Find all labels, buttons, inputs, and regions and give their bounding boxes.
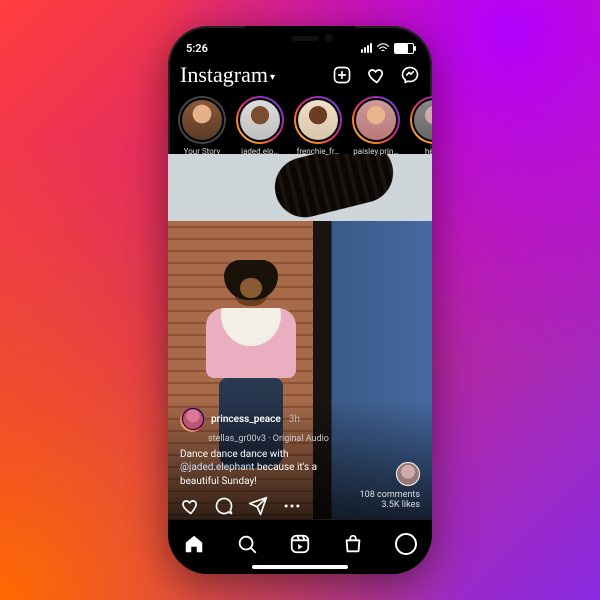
tab-reels[interactable] xyxy=(289,533,311,555)
messenger-button[interactable] xyxy=(400,65,420,85)
brand-text: Instagram xyxy=(180,62,268,88)
tab-profile[interactable] xyxy=(395,533,417,555)
liker-avatar xyxy=(396,462,420,486)
profile-icon xyxy=(395,533,417,555)
post-info-overlay: princess_peace 3h stellas_gr00v3 · Origi… xyxy=(168,399,432,527)
shop-icon xyxy=(342,533,364,555)
battery-icon xyxy=(394,43,414,54)
create-post-button[interactable] xyxy=(332,65,352,85)
app-header: Instagram ▾ xyxy=(168,60,432,92)
phone-frame: 5:26 Instagram ▾ xyxy=(168,26,432,574)
heart-icon xyxy=(366,65,386,85)
story-label: paisley.prin… xyxy=(353,147,398,156)
author-username[interactable]: princess_peace xyxy=(211,414,281,425)
status-time: 5:26 xyxy=(186,42,208,55)
search-icon xyxy=(236,533,258,555)
story-label: hea… xyxy=(425,147,432,156)
instagram-logo[interactable]: Instagram ▾ xyxy=(180,62,275,88)
stories-tray[interactable]: + Your Story jaded.elp… frenchie_fr… pai… xyxy=(168,90,432,160)
story-item[interactable]: hea… xyxy=(410,96,432,156)
caption-mention[interactable]: @jaded.elephant xyxy=(180,462,254,473)
audio-attribution[interactable]: stellas_gr00v3 · Original Audio xyxy=(208,434,420,444)
more-icon xyxy=(282,496,302,516)
author-avatar xyxy=(180,407,205,432)
story-item[interactable]: jaded.elp… xyxy=(236,96,284,156)
heart-icon xyxy=(180,495,200,517)
story-item[interactable]: frenchie_fr… xyxy=(294,96,342,156)
feed-post[interactable]: princess_peace 3h stellas_gr00v3 · Origi… xyxy=(168,154,432,526)
device-notch xyxy=(245,26,355,50)
activity-button[interactable] xyxy=(366,65,386,85)
messenger-icon xyxy=(400,65,420,85)
caption-text: Dance dance dance with xyxy=(180,449,289,460)
post-image-overlay xyxy=(268,154,399,224)
more-button[interactable] xyxy=(282,496,302,516)
post-author-row[interactable]: princess_peace 3h xyxy=(180,407,420,432)
tab-search[interactable] xyxy=(236,533,258,555)
comment-icon xyxy=(214,495,234,517)
reels-icon xyxy=(289,533,311,555)
plus-square-icon xyxy=(332,65,352,85)
gradient-background: 5:26 Instagram ▾ xyxy=(0,0,600,600)
comments-count[interactable]: 108 comments xyxy=(360,490,420,500)
like-button[interactable] xyxy=(180,496,200,516)
wifi-icon xyxy=(376,43,390,53)
home-indicator[interactable] xyxy=(252,565,348,569)
home-icon xyxy=(183,533,205,555)
story-label: frenchie_fr… xyxy=(297,147,340,156)
send-icon xyxy=(248,495,268,517)
post-caption[interactable]: Dance dance dance with @jaded.elephant b… xyxy=(180,448,350,489)
comment-button[interactable] xyxy=(214,496,234,516)
chevron-down-icon: ▾ xyxy=(270,72,275,83)
story-label: Your Story xyxy=(184,147,221,156)
tab-home[interactable] xyxy=(183,533,205,555)
story-your-story[interactable]: + Your Story xyxy=(178,96,226,156)
share-button[interactable] xyxy=(248,496,268,516)
post-time: 3h xyxy=(289,414,300,425)
cellular-signal-icon xyxy=(361,43,372,53)
story-label: jaded.elp… xyxy=(241,147,279,156)
status-indicators xyxy=(361,43,414,54)
story-item[interactable]: paisley.prin… xyxy=(352,96,400,156)
tab-shop[interactable] xyxy=(342,533,364,555)
likes-count[interactable]: 3.5K likes xyxy=(360,500,420,510)
engagement-counts[interactable]: 108 comments 3.5K likes xyxy=(360,462,420,510)
